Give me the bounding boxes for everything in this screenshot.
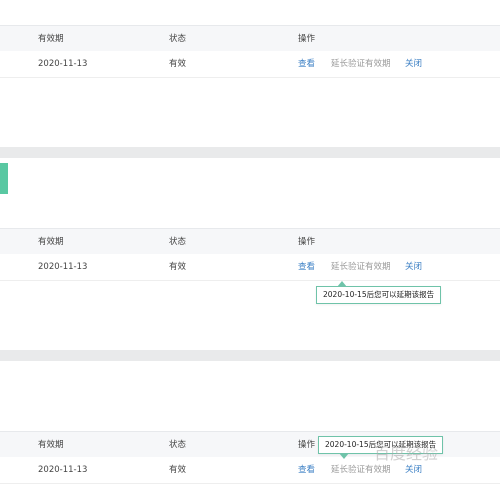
row-expiry: 2020-11-13	[38, 262, 88, 272]
row-expiry: 2020-11-13	[38, 465, 88, 475]
section-marker	[0, 163, 8, 194]
table-header: 有效期 状态 操作	[0, 25, 500, 53]
header-status: 状态	[169, 440, 187, 450]
section-separator	[0, 350, 500, 361]
tooltip-arrow	[337, 281, 347, 287]
header-ops: 操作	[298, 34, 316, 44]
header-expiry: 有效期	[38, 237, 64, 247]
extend-validity-link[interactable]: 延长验证有效期	[331, 254, 391, 280]
table-header: 有效期 状态 操作	[0, 228, 500, 256]
row-status: 有效	[169, 262, 187, 272]
tooltip-text: 2020-10-15后您可以延期该报告	[323, 290, 435, 299]
row-status: 有效	[169, 465, 187, 475]
header-status: 状态	[169, 237, 187, 247]
header-expiry: 有效期	[38, 34, 64, 44]
row-expiry: 2020-11-13	[38, 59, 88, 69]
header-ops: 操作	[298, 237, 316, 247]
table-row: 2020-11-13 有效 查看 延长验证有效期 关闭	[0, 254, 500, 281]
view-link[interactable]: 查看	[298, 51, 315, 77]
top-strip	[0, 0, 500, 25]
tooltip-arrow	[339, 453, 349, 459]
extend-validity-link[interactable]: 延长验证有效期	[331, 51, 391, 77]
view-link[interactable]: 查看	[298, 457, 315, 483]
watermark: 百度经验	[374, 444, 439, 463]
view-link[interactable]: 查看	[298, 254, 315, 280]
page: 有效期 状态 操作 2020-11-13 有效 查看 延长验证有效期 关闭 有效…	[0, 0, 500, 489]
header-status: 状态	[169, 34, 187, 44]
header-ops: 操作	[298, 440, 316, 450]
header-expiry: 有效期	[38, 440, 64, 450]
table-row: 2020-11-13 有效 查看 延长验证有效期 关闭	[0, 51, 500, 78]
row-status: 有效	[169, 59, 187, 69]
close-link[interactable]: 关闭	[405, 254, 422, 280]
section-separator	[0, 147, 500, 158]
close-link[interactable]: 关闭	[405, 51, 422, 77]
extend-tooltip: 2020-10-15后您可以延期该报告	[316, 281, 442, 304]
